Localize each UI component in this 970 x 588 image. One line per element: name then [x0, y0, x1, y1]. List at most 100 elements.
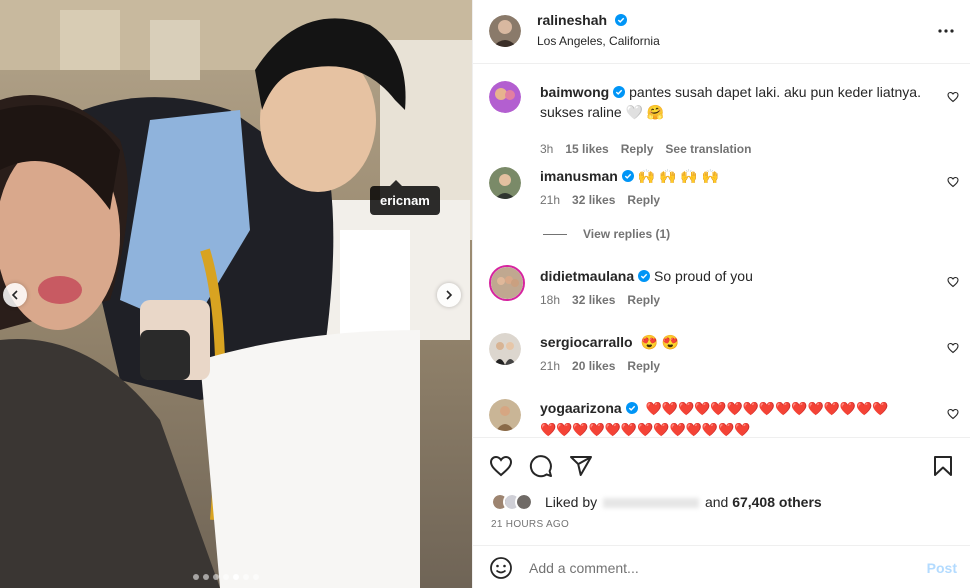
post-comment-button[interactable]: Post [927, 560, 957, 576]
comment-time[interactable]: 18h [540, 293, 560, 307]
carousel-dot [223, 574, 229, 580]
add-comment-bar: Post [473, 545, 970, 588]
more-options-button[interactable] [937, 22, 955, 43]
heart-icon [947, 176, 959, 188]
comment-input[interactable] [529, 557, 909, 579]
comment-likes[interactable]: 32 likes [572, 293, 615, 307]
emoji-button[interactable] [489, 556, 513, 583]
comment-text: So proud of you [654, 268, 753, 284]
comment-body: yogaarizona ❤️❤️❤️❤️❤️❤️❤️❤️❤️❤️❤️❤️❤️❤️… [540, 398, 900, 437]
bookmark-icon [934, 456, 952, 476]
carousel-prev-button[interactable] [3, 283, 27, 307]
comment-meta: 18h 32 likes Reply [540, 293, 660, 307]
chevron-left-icon [11, 290, 18, 300]
post-modal: ericnam ralineshah Los Angeles, Californ… [0, 0, 970, 588]
verified-badge-icon [638, 270, 651, 282]
commenter-username[interactable]: baimwong [540, 84, 609, 100]
comment-like-button[interactable] [947, 275, 959, 291]
comment-like-button[interactable] [947, 175, 959, 191]
verified-badge-icon [614, 14, 627, 26]
commenter-username[interactable]: sergiocarrallo [540, 334, 633, 350]
liked-by-prefix: Liked by [545, 494, 598, 510]
comment-body: sergiocarrallo 😍 😍 [540, 332, 940, 352]
comment-item: sergiocarrallo 😍 😍 21h 20 likes Reply [473, 331, 970, 381]
likes-summary[interactable]: Liked by and 67,408 others [491, 493, 822, 511]
post-details-panel: ralineshah Los Angeles, California baimw… [472, 0, 970, 588]
heart-icon [947, 91, 959, 103]
carousel-next-button[interactable] [437, 283, 461, 307]
comment-likes[interactable]: 32 likes [572, 193, 615, 207]
like-button[interactable] [489, 454, 513, 481]
comment-body: imanusman 🙌 🙌 🙌 🙌 [540, 166, 940, 186]
commenter-username[interactable]: imanusman [540, 168, 618, 184]
view-replies-label: View replies (1) [583, 227, 671, 241]
comment-button[interactable] [529, 454, 553, 481]
photo-user-tag[interactable]: ericnam [370, 180, 440, 215]
heart-icon [947, 276, 959, 288]
comment-text: 🙌 🙌 🙌 🙌 [637, 168, 720, 184]
verified-badge-icon [625, 402, 638, 414]
comment-item: imanusman 🙌 🙌 🙌 🙌 21h 32 likes Reply [473, 165, 970, 215]
likes-text: Liked by and 67,408 others [545, 494, 822, 510]
carousel-dot [203, 574, 209, 580]
comment-likes[interactable]: 15 likes [565, 142, 608, 156]
carousel-dot-active [233, 574, 239, 580]
post-photo[interactable]: ericnam [0, 0, 472, 588]
save-button[interactable] [931, 454, 955, 481]
comment-body: didietmaulana So proud of you [540, 266, 940, 286]
carousel-dot [243, 574, 249, 580]
liker-avatar [515, 493, 533, 511]
comment-likes[interactable]: 20 likes [572, 359, 615, 373]
divider-line [543, 233, 567, 235]
post-actions: Liked by and 67,408 others 21 HOURS AGO [473, 437, 970, 545]
carousel-dot [193, 574, 199, 580]
commenter-avatar[interactable] [489, 399, 521, 431]
comments-list[interactable]: baimwong pantes susah dapet laki. aku pu… [473, 65, 970, 437]
likes-count[interactable]: 67,408 others [732, 494, 822, 510]
commenter-avatar[interactable] [489, 265, 525, 301]
comment-item: didietmaulana So proud of you 18h 32 lik… [473, 265, 970, 315]
post-location[interactable]: Los Angeles, California [537, 34, 660, 48]
comment-text: 😍 😍 [640, 334, 680, 350]
commenter-avatar[interactable] [489, 333, 521, 365]
share-icon [570, 456, 592, 476]
commenter-username[interactable]: yogaarizona [540, 400, 622, 416]
more-icon [938, 29, 954, 33]
heart-icon [947, 408, 959, 420]
view-replies-button[interactable]: View replies (1) [543, 227, 670, 241]
chevron-right-icon [446, 290, 453, 300]
comment-like-button[interactable] [947, 90, 959, 106]
comment-like-button[interactable] [947, 407, 959, 423]
verified-badge-icon [613, 86, 626, 98]
comment-icon [529, 455, 552, 478]
post-header: ralineshah Los Angeles, California [473, 0, 970, 64]
carousel-dot [213, 574, 219, 580]
reply-button[interactable]: Reply [627, 293, 660, 307]
heart-icon [947, 342, 959, 354]
comment-time[interactable]: 21h [540, 193, 560, 207]
liked-by-username-redacted[interactable] [603, 498, 700, 509]
reply-button[interactable]: Reply [627, 359, 660, 373]
comment-item: baimwong pantes susah dapet laki. aku pu… [473, 81, 970, 156]
author-username[interactable]: ralineshah [537, 12, 607, 28]
post-timestamp[interactable]: 21 HOURS AGO [491, 519, 569, 530]
liked-by-suffix: and [704, 494, 729, 510]
commenter-avatar[interactable] [489, 81, 521, 113]
emoji-icon [490, 557, 512, 579]
photo-image [0, 0, 472, 588]
comment-meta: 21h 32 likes Reply [540, 193, 660, 207]
verified-badge-icon [621, 170, 634, 182]
comment-like-button[interactable] [947, 341, 959, 357]
commenter-username[interactable]: didietmaulana [540, 268, 634, 284]
comment-meta: 21h 20 likes Reply [540, 359, 660, 373]
commenter-avatar[interactable] [489, 167, 521, 199]
reply-button[interactable]: Reply [627, 193, 660, 207]
carousel-dot [253, 574, 259, 580]
share-button[interactable] [569, 454, 593, 481]
reply-button[interactable]: Reply [621, 142, 654, 156]
comment-time[interactable]: 3h [540, 142, 553, 156]
see-translation-button[interactable]: See translation [665, 142, 751, 156]
author-avatar[interactable] [489, 15, 521, 47]
comment-item: yogaarizona ❤️❤️❤️❤️❤️❤️❤️❤️❤️❤️❤️❤️❤️❤️… [473, 397, 970, 437]
comment-time[interactable]: 21h [540, 359, 560, 373]
